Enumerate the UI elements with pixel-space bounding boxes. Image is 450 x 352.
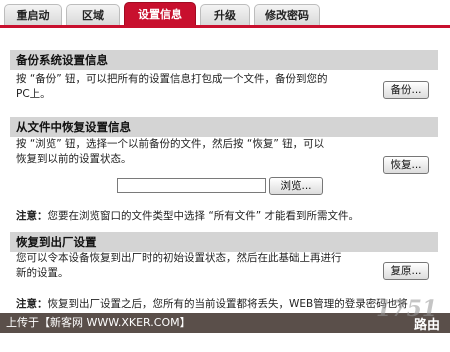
factory-note: 注意：恢复到出厂设置之后，您所有的当前设置都将丢失，WEB管理的登录密码也将 [16, 297, 408, 311]
factory-section-title: 恢复到出厂设置 [10, 232, 438, 252]
factory-reset-button[interactable]: 复原... [383, 262, 429, 280]
factory-description: 您可以令本设备恢复到出厂时的初始设置状态，然后在此基础上再进行 新的设置。 [16, 251, 342, 281]
tab-region[interactable]: 区域 [66, 4, 120, 25]
tab-change-password[interactable]: 修改密码 [254, 4, 320, 25]
restore-section-title: 从文件中恢复设置信息 [10, 117, 438, 137]
backup-description: 按 “备份” 钮，可以把所有的设置信息打包成一个文件，备份到您的 PC上。 [16, 72, 328, 102]
browse-button[interactable]: 浏览... [269, 177, 323, 195]
tab-reboot[interactable]: 重启动 [4, 4, 62, 25]
factory-description-line2: 新的设置。 [16, 267, 69, 279]
tab-upgrade[interactable]: 升级 [200, 4, 250, 25]
factory-description-line1: 您可以令本设备恢复到出厂时的初始设置状态，然后在此基础上再进行 [16, 252, 342, 264]
restore-button[interactable]: 恢复... [383, 156, 429, 174]
factory-note-label: 注意： [16, 298, 48, 310]
restore-note: 注意：您要在浏览窗口的文件类型中选择 “所有文件” 才能看到所需文件。 [16, 209, 359, 223]
restore-note-label: 注意： [16, 210, 48, 222]
factory-note-text: 恢复到出厂设置之后，您所有的当前设置都将丢失，WEB管理的登录密码也将 [47, 298, 408, 310]
backup-button[interactable]: 备份... [383, 81, 429, 99]
backup-description-line2: PC上。 [16, 88, 51, 100]
restore-description-line2: 恢复到以前的设置状态。 [16, 153, 132, 165]
restore-file-input[interactable] [117, 178, 266, 193]
restore-description-line1: 按 “浏览” 钮，选择一个以前备份的文件，然后按 “恢复” 钮，可以 [16, 138, 325, 150]
backup-section-title: 备份系统设置信息 [10, 50, 438, 70]
watermark-corner-text: 路由网 [414, 318, 441, 352]
restore-note-text: 您要在浏览窗口的文件类型中选择 “所有文件” 才能看到所需文件。 [47, 210, 360, 222]
backup-description-line1: 按 “备份” 钮，可以把所有的设置信息打包成一个文件，备份到您的 [16, 73, 328, 85]
restore-description: 按 “浏览” 钮，选择一个以前备份的文件，然后按 “恢复” 钮，可以 恢复到以前… [16, 137, 324, 167]
tab-settings-info[interactable]: 设置信息 [124, 2, 196, 26]
tab-bar: 重启动 区域 设置信息 升级 修改密码 [0, 0, 450, 26]
tab-underline [0, 25, 450, 28]
